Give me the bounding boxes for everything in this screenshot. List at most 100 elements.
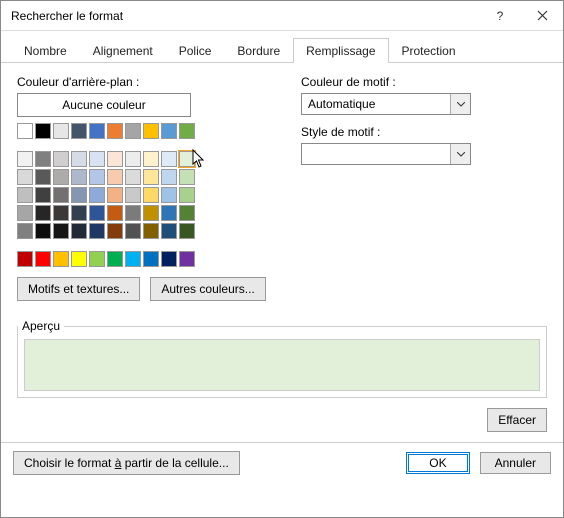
color-swatch[interactable] [107, 205, 123, 221]
color-swatch[interactable] [35, 251, 51, 267]
color-swatch[interactable] [143, 169, 159, 185]
color-swatch[interactable] [143, 151, 159, 167]
color-swatch[interactable] [161, 169, 177, 185]
color-swatch[interactable] [125, 123, 141, 139]
color-swatch[interactable] [161, 205, 177, 221]
color-swatch[interactable] [17, 251, 33, 267]
footer: Choisir le format à partir de la cellule… [1, 442, 563, 483]
color-swatch[interactable] [125, 151, 141, 167]
color-swatch[interactable] [89, 187, 105, 203]
chevron-down-icon [450, 144, 470, 164]
color-swatch[interactable] [53, 223, 69, 239]
close-button[interactable] [521, 1, 563, 31]
bg-color-label: Couleur d'arrière-plan : [17, 75, 277, 89]
color-swatch[interactable] [71, 251, 87, 267]
color-swatch[interactable] [143, 123, 159, 139]
pattern-color-value: Automatique [302, 94, 450, 114]
tab-protection[interactable]: Protection [389, 38, 469, 63]
color-swatch[interactable] [17, 223, 33, 239]
color-swatch[interactable] [107, 223, 123, 239]
color-swatch[interactable] [17, 169, 33, 185]
color-swatch[interactable] [53, 169, 69, 185]
color-swatch[interactable] [35, 223, 51, 239]
color-swatch[interactable] [17, 123, 33, 139]
color-swatch[interactable] [71, 187, 87, 203]
tab-alignement[interactable]: Alignement [80, 38, 166, 63]
color-swatch[interactable] [35, 205, 51, 221]
color-swatch[interactable] [143, 205, 159, 221]
color-swatch[interactable] [161, 223, 177, 239]
color-swatch[interactable] [17, 151, 33, 167]
tab-body: Couleur d'arrière-plan : Aucune couleur … [1, 63, 563, 309]
pattern-style-label: Style de motif : [301, 125, 547, 139]
tab-police[interactable]: Police [166, 38, 225, 63]
color-swatch[interactable] [143, 223, 159, 239]
color-swatch[interactable] [71, 223, 87, 239]
color-swatch[interactable] [53, 187, 69, 203]
color-swatch[interactable] [89, 123, 105, 139]
color-swatch[interactable] [125, 169, 141, 185]
color-swatch[interactable] [107, 151, 123, 167]
effacer-button[interactable]: Effacer [487, 408, 547, 432]
choose-format-button[interactable]: Choisir le format à partir de la cellule… [13, 451, 240, 475]
color-swatch[interactable] [107, 169, 123, 185]
color-swatch[interactable] [53, 123, 69, 139]
color-swatch[interactable] [35, 123, 51, 139]
color-swatch[interactable] [107, 123, 123, 139]
color-swatch[interactable] [89, 223, 105, 239]
color-swatch[interactable] [17, 205, 33, 221]
tab-remplissage[interactable]: Remplissage [293, 38, 388, 63]
cancel-button[interactable]: Annuler [480, 452, 551, 474]
color-swatch[interactable] [89, 205, 105, 221]
color-swatch[interactable] [179, 223, 195, 239]
color-swatch[interactable] [53, 251, 69, 267]
color-swatch[interactable] [161, 187, 177, 203]
tab-nombre[interactable]: Nombre [11, 38, 80, 63]
color-swatch[interactable] [125, 251, 141, 267]
color-swatch[interactable] [53, 205, 69, 221]
color-swatch[interactable] [17, 187, 33, 203]
autres-couleurs-button[interactable]: Autres couleurs... [150, 277, 265, 301]
color-swatch[interactable] [179, 251, 195, 267]
tab-bordure[interactable]: Bordure [224, 38, 293, 63]
color-swatch[interactable] [179, 151, 195, 167]
pattern-style-combo[interactable] [301, 143, 471, 165]
motifs-textures-button[interactable]: Motifs et textures... [17, 277, 140, 301]
color-swatch[interactable] [125, 187, 141, 203]
color-swatch[interactable] [107, 251, 123, 267]
pattern-color-label: Couleur de motif : [301, 75, 547, 89]
pattern-color-combo[interactable]: Automatique [301, 93, 471, 115]
color-swatch[interactable] [53, 151, 69, 167]
color-swatch[interactable] [71, 205, 87, 221]
color-swatch[interactable] [161, 123, 177, 139]
color-swatch[interactable] [179, 205, 195, 221]
color-swatch[interactable] [125, 205, 141, 221]
color-swatch[interactable] [179, 169, 195, 185]
apercu-fieldset: Aperçu [17, 319, 547, 398]
color-swatch[interactable] [125, 223, 141, 239]
color-swatch[interactable] [71, 169, 87, 185]
color-swatch[interactable] [35, 151, 51, 167]
color-swatch[interactable] [179, 123, 195, 139]
color-swatch[interactable] [89, 251, 105, 267]
color-palette [17, 123, 277, 267]
color-swatch[interactable] [143, 187, 159, 203]
color-swatch[interactable] [161, 151, 177, 167]
color-swatch[interactable] [35, 187, 51, 203]
close-icon [537, 10, 548, 21]
preview-box [24, 339, 540, 391]
no-color-button[interactable]: Aucune couleur [17, 93, 191, 117]
color-swatch[interactable] [35, 169, 51, 185]
color-swatch[interactable] [107, 187, 123, 203]
color-swatch[interactable] [71, 123, 87, 139]
color-swatch[interactable] [161, 251, 177, 267]
pattern-style-value [302, 144, 450, 164]
left-panel: Couleur d'arrière-plan : Aucune couleur … [17, 75, 277, 301]
color-swatch[interactable] [89, 151, 105, 167]
color-swatch[interactable] [179, 187, 195, 203]
help-button[interactable]: ? [479, 1, 521, 31]
color-swatch[interactable] [89, 169, 105, 185]
color-swatch[interactable] [143, 251, 159, 267]
color-swatch[interactable] [71, 151, 87, 167]
ok-button[interactable]: OK [406, 452, 469, 474]
